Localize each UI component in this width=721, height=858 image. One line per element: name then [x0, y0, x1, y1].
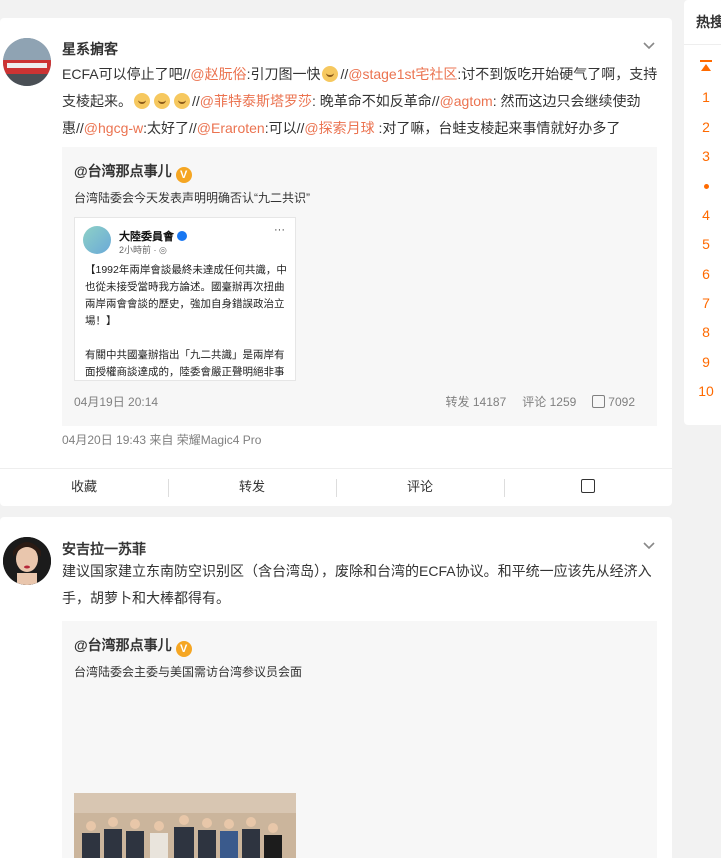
avatar[interactable] — [3, 537, 51, 585]
favorite-button[interactable]: 收藏 — [0, 469, 168, 506]
post-username[interactable]: 星系掮客 — [62, 39, 118, 59]
hot-rank-3[interactable]: 3 — [684, 148, 721, 164]
text-segment: :太好了// — [143, 120, 197, 136]
mention-link[interactable]: @探索月球 — [304, 120, 374, 136]
hot-rank-5[interactable]: 5 — [684, 236, 721, 252]
repost-user[interactable]: @台湾那点事儿 V — [74, 161, 192, 183]
divider — [684, 44, 721, 45]
like-thumb-icon — [581, 479, 595, 493]
fb-page-name-text: 大陸委員會 — [119, 231, 174, 243]
repost-text: 台湾陆委会今天发表声明明确否认“九二共识” — [74, 191, 310, 205]
post-text: ECFA可以停止了吧//@赵朊俗:引刀图一快//@stage1st宅社区:讨不到… — [62, 61, 658, 142]
post-action-bar: 收藏 转发 评论 — [0, 468, 672, 506]
repost-username[interactable]: @台湾那点事儿 — [74, 163, 172, 179]
repost-user[interactable]: @台湾那点事儿 V — [74, 635, 192, 657]
avatar-image — [3, 38, 51, 86]
repost-image[interactable]: 大陸委員會 2小時前 · ◎ ··· 【1992年兩岸會談最終未達成任何共識，中… — [74, 217, 296, 381]
weibo-post: 星系掮客 ECFA可以停止了吧//@赵朊俗:引刀图一快 // @stage1st宅社… — [0, 18, 672, 506]
verified-v-icon: V — [175, 641, 192, 657]
hot-rank-6[interactable]: 6 — [684, 266, 721, 282]
hot-rank-9[interactable]: 9 — [684, 354, 721, 370]
mention-link[interactable]: @菲特泰斯塔罗莎 — [200, 93, 312, 109]
comment-button[interactable]: 评论 — [336, 469, 504, 506]
text-segment: ECFA可以停止了吧// — [62, 66, 191, 82]
like-button[interactable] — [504, 469, 672, 506]
group-photo — [74, 793, 296, 858]
chevron-down-icon[interactable] — [642, 38, 656, 52]
repost-username[interactable]: @台湾那点事儿 — [74, 637, 172, 653]
hot-rank-10[interactable]: 10 — [684, 383, 721, 399]
verified-v-icon: V — [175, 167, 192, 183]
repost-count[interactable]: 转发 14187 — [446, 393, 507, 410]
hot-dot-icon[interactable] — [704, 184, 709, 189]
avatar-image — [3, 537, 51, 585]
text-segment: : 晚革命不如反革命// — [312, 93, 440, 109]
more-dots-icon: ··· — [274, 224, 285, 236]
text-segment: // — [192, 93, 200, 109]
verified-check-icon — [177, 231, 187, 241]
repost-block[interactable]: @台湾那点事儿 V 台湾陆委会主委与美国需访台湾参议员会面 — [62, 621, 657, 858]
repost-date[interactable]: 04月19日 20:14 — [74, 393, 158, 410]
mention-link[interactable]: @agtom — [440, 93, 493, 109]
mention-link[interactable]: @hgcg-w — [84, 120, 143, 136]
like-stat[interactable]: 7092 — [592, 394, 635, 409]
chevron-down-icon[interactable] — [642, 538, 656, 552]
emoji-icon — [174, 93, 190, 109]
post-username[interactable]: 安吉拉一苏菲 — [62, 539, 146, 559]
hot-rank-8[interactable]: 8 — [684, 324, 721, 340]
like-thumb-icon — [592, 394, 606, 408]
fb-post-body: 【1992年兩岸會談最終未達成任何共識，中 也從未接受當時我方論述。國臺辦再次扭… — [85, 264, 287, 378]
hot-rank-7[interactable]: 7 — [684, 295, 721, 311]
repost-block[interactable]: @台湾那点事儿 V 台湾陆委会今天发表声明明确否认“九二共识” 大陸委員會 2小時… — [62, 147, 657, 426]
hot-search-sidebar: 热搜 1 2 3 4 5 6 7 8 9 10 — [684, 0, 721, 425]
fb-page-name: 大陸委員會 — [119, 228, 187, 244]
post-text: 建议国家建立东南防空识别区（含台湾岛），废除和台湾的ECFA协议。和平统一应该先… — [62, 563, 652, 606]
fb-timestamp: 2小時前 · ◎ — [119, 245, 167, 255]
comment-count[interactable]: 评论 1259 — [522, 393, 576, 410]
repost-image[interactable] — [74, 793, 296, 858]
mention-link[interactable]: @Eraroten — [197, 120, 265, 136]
weibo-post: 安吉拉一苏菲 建议国家建立东南防空识别区（含台湾岛），废除和台湾的ECFA协议。… — [0, 517, 672, 858]
post-meta: 04月20日 19:43 来自 荣耀Magic4 Pro — [62, 433, 262, 447]
pin-top-icon[interactable] — [700, 60, 712, 74]
repost-stats: 转发 14187 评论 1259 7092 — [446, 393, 635, 410]
mention-link[interactable]: @stage1st宅社区 — [348, 66, 457, 82]
hot-rank-1[interactable]: 1 — [684, 89, 721, 105]
emoji-icon — [134, 93, 150, 109]
emoji-icon — [322, 66, 339, 82]
text-segment: :可以// — [264, 120, 305, 136]
sidebar-title: 热搜 — [696, 14, 721, 30]
emoji-icon — [154, 93, 170, 109]
mention-link[interactable]: @赵朊俗 — [190, 66, 246, 82]
like-count: 7092 — [608, 394, 635, 409]
text-segment: :对了嘛，台蛙支棱起来事情就好办多了 — [374, 120, 621, 136]
hot-rank-4[interactable]: 4 — [684, 207, 721, 223]
page-logo-icon — [83, 226, 111, 254]
avatar[interactable] — [3, 38, 51, 86]
repost-button[interactable]: 转发 — [168, 469, 336, 506]
repost-text: 台湾陆委会主委与美国需访台湾参议员会面 — [74, 665, 303, 679]
hot-rank-2[interactable]: 2 — [684, 119, 721, 135]
text-segment: :引刀图一快 — [246, 66, 321, 82]
